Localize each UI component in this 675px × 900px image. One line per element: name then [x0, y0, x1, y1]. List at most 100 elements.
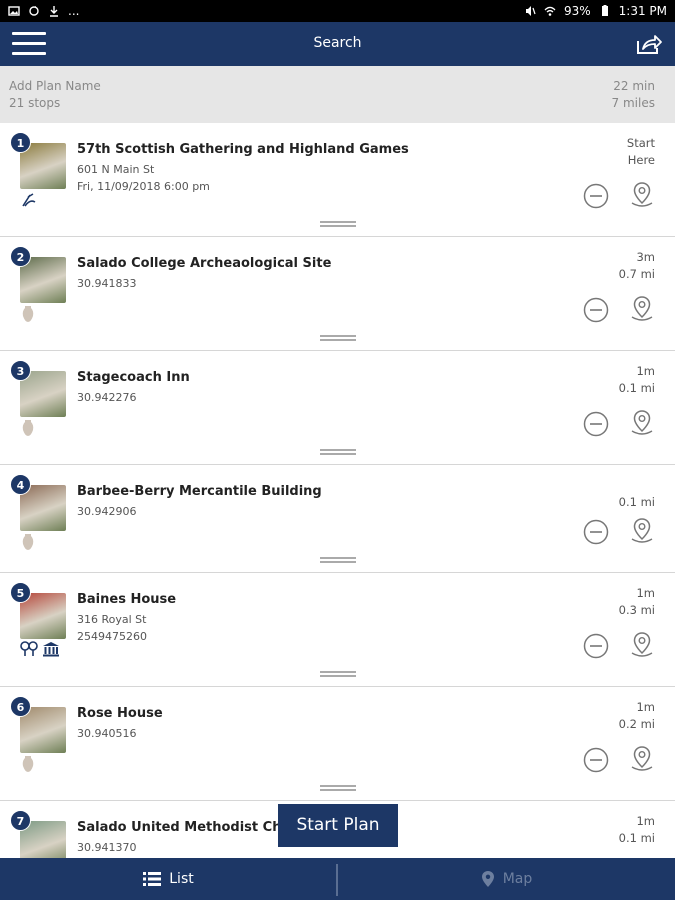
stop-title[interactable]: Salado College Archeaological Site — [77, 256, 331, 271]
battery-icon — [601, 5, 608, 16]
stop-detail-line2: Fri, 11/09/2018 6:00 pm — [77, 180, 210, 193]
artifact-icon — [20, 305, 36, 327]
stop-title[interactable]: 57th Scottish Gathering and Highland Gam… — [77, 142, 409, 157]
drag-handle[interactable] — [320, 449, 356, 457]
stop-detail-line1: 601 N Main St — [77, 163, 155, 176]
wifi-icon — [544, 6, 556, 16]
stop-distance: Here — [627, 153, 655, 167]
battery-level: 93% — [563, 4, 591, 18]
category-icons — [20, 305, 36, 327]
plan-summary: Add Plan Name 21 stops 22 min 7 miles — [0, 66, 675, 123]
gallery-notification-icon — [8, 6, 20, 16]
stop-title[interactable]: Barbee-Berry Mercantile Building — [77, 484, 322, 499]
stop-number-badge: 2 — [10, 246, 31, 267]
stop-detail-line1: 30.942276 — [77, 391, 137, 404]
stop-detail-line1: 30.942906 — [77, 505, 137, 518]
drag-handle[interactable] — [320, 335, 356, 343]
stop-title[interactable]: Baines House — [77, 592, 176, 607]
directions-pin-icon[interactable] — [628, 517, 656, 545]
stop-distance: 0.2 mi — [618, 717, 655, 731]
share-icon[interactable] — [635, 32, 663, 56]
app-bar: Search — [0, 22, 675, 66]
mute-icon — [525, 6, 536, 16]
directions-pin-icon[interactable] — [628, 295, 656, 323]
stop-row[interactable]: 4 Barbee-Berry Mercantile Building 30.9429… — [0, 465, 675, 573]
stop-travel-time: 1m — [636, 700, 655, 714]
stop-number-badge: 7 — [10, 810, 31, 831]
status-bar: ... 93% 1:31 PM — [0, 0, 675, 22]
clock: 1:31 PM — [618, 4, 667, 18]
stop-travel-time: Start — [626, 136, 655, 150]
drag-handle[interactable] — [320, 785, 356, 793]
stop-number-badge: 1 — [10, 132, 31, 153]
category-icons — [20, 533, 36, 555]
stop-number-badge: 4 — [10, 474, 31, 495]
stop-travel-time: 3m — [636, 250, 655, 264]
artifact-icon — [20, 419, 36, 441]
tab-map-label: Map — [502, 871, 533, 887]
plan-duration: 22 min — [613, 79, 655, 93]
remove-stop-icon[interactable] — [583, 297, 609, 323]
hamburger-line — [12, 52, 46, 55]
stop-detail-line1: 30.940516 — [77, 727, 137, 740]
event-icon — [20, 191, 38, 213]
stop-title[interactable]: Stagecoach Inn — [77, 370, 190, 385]
tab-list[interactable]: List — [0, 858, 337, 900]
plan-distance: 7 miles — [611, 96, 655, 110]
map-pin-icon — [481, 871, 494, 887]
stop-detail-line1: 30.941833 — [77, 277, 137, 290]
drag-handle[interactable] — [320, 671, 356, 679]
remove-stop-icon[interactable] — [583, 183, 609, 209]
remove-stop-icon[interactable] — [583, 747, 609, 773]
stop-distance: 0.1 mi — [618, 495, 655, 509]
lodging-icon — [20, 641, 38, 661]
directions-pin-icon[interactable] — [628, 745, 656, 773]
stop-title[interactable]: Rose House — [77, 706, 163, 721]
stop-distance: 0.1 mi — [618, 831, 655, 845]
stop-list[interactable]: 1 57th Scottish Gathering and Highland Ga… — [0, 123, 675, 858]
stop-row[interactable]: 5 Baines House 316 Royal St 2549475260 1m 0.3… — [0, 573, 675, 687]
remove-stop-icon[interactable] — [583, 411, 609, 437]
artifact-icon — [20, 533, 36, 555]
stop-detail-line2: 2549475260 — [77, 630, 147, 643]
stop-row[interactable]: 1 57th Scottish Gathering and Highland Ga… — [0, 123, 675, 237]
directions-pin-icon[interactable] — [628, 409, 656, 437]
museum-icon — [42, 641, 60, 661]
plan-name-field[interactable]: Add Plan Name — [9, 79, 101, 93]
stop-detail-line1: 30.941370 — [77, 841, 137, 854]
artifact-icon — [20, 755, 36, 777]
directions-pin-icon[interactable] — [628, 631, 656, 659]
list-icon — [143, 872, 162, 886]
remove-stop-icon[interactable] — [583, 519, 609, 545]
status-more: ... — [68, 4, 80, 18]
tab-bar: List Map — [0, 858, 675, 900]
sync-notification-icon — [29, 6, 39, 16]
remove-stop-icon[interactable] — [583, 633, 609, 659]
tab-list-label: List — [169, 871, 194, 887]
stop-travel-time: 1m — [636, 814, 655, 828]
stop-distance: 0.3 mi — [618, 603, 655, 617]
stop-travel-time: 1m — [636, 586, 655, 600]
tab-map[interactable]: Map — [338, 858, 675, 900]
drag-handle[interactable] — [320, 221, 356, 229]
stop-row[interactable]: 3 Stagecoach Inn 30.942276 1m 0.1 mi — [0, 351, 675, 465]
stop-row[interactable]: 6 Rose House 30.940516 1m 0.2 mi — [0, 687, 675, 801]
page-title[interactable]: Search — [0, 35, 675, 51]
stop-row[interactable]: 2 Salado College Archeaological Site 30.94… — [0, 237, 675, 351]
stop-distance: 0.7 mi — [618, 267, 655, 281]
category-icons — [20, 191, 38, 213]
category-icons — [20, 419, 36, 441]
category-icons — [20, 641, 60, 661]
stop-distance: 0.1 mi — [618, 381, 655, 395]
drag-handle[interactable] — [320, 557, 356, 565]
directions-pin-icon[interactable] — [628, 181, 656, 209]
stop-number-badge: 3 — [10, 360, 31, 381]
stop-count: 21 stops — [9, 96, 61, 110]
stop-detail-line1: 316 Royal St — [77, 613, 147, 626]
download-notification-icon — [50, 6, 58, 17]
stop-travel-time: 1m — [636, 364, 655, 378]
category-icons — [20, 755, 36, 777]
stop-number-badge: 6 — [10, 696, 31, 717]
stop-number-badge: 5 — [10, 582, 31, 603]
start-plan-button[interactable]: Start Plan — [278, 804, 398, 847]
